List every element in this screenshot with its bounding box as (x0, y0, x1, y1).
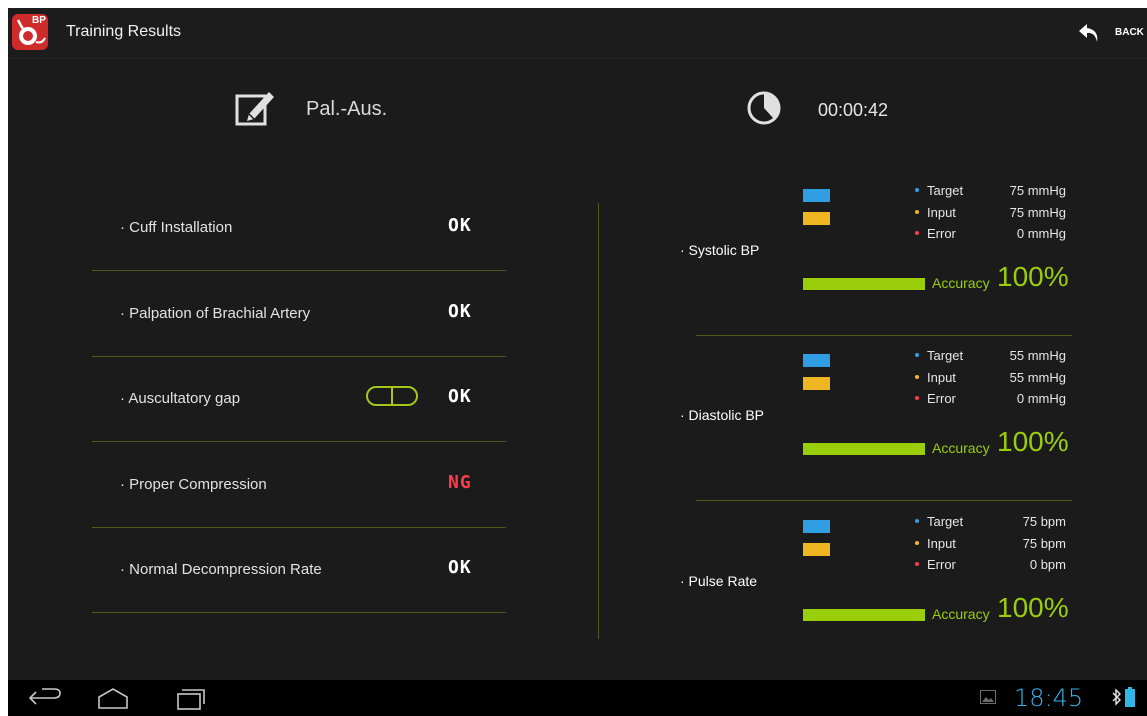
input-swatch (803, 212, 830, 225)
systolic-bp-panel: · Systolic BP Target 75 mmHg Input 75 mmHg… (680, 174, 1072, 336)
recent-apps-icon[interactable] (174, 686, 208, 710)
app-icon-text: BP (32, 15, 46, 26)
checklist-result: OK (448, 386, 472, 407)
row-divider (92, 612, 506, 613)
bluetooth-icon (1112, 688, 1121, 706)
checklist-label: · Auscultatory gap (120, 390, 241, 407)
pulse-rate-panel: · Pulse Rate Target 75 bpm Input 75 bpm Er… (680, 505, 1072, 667)
diastolic-bp-panel: · Diastolic BP Target 55 mmHg Input 55 mmH… (680, 339, 1072, 501)
back-button[interactable]: BACK (1067, 8, 1147, 58)
checklist-label: · Palpation of Brachial Artery (120, 305, 311, 322)
checklist-label: · Proper Compression (120, 476, 267, 493)
checklist-row: · Proper Compression NG (92, 442, 506, 528)
app-title: Training Results (66, 23, 182, 40)
checklist-result: OK (448, 301, 472, 322)
home-nav-icon[interactable] (96, 686, 130, 710)
app-screen: BP Training Results BACK Pal.-Aus. 00:00… (8, 8, 1147, 716)
checklist-label: · Normal Decompression Rate (120, 561, 322, 578)
accuracy-bar (803, 278, 925, 290)
accuracy-label: Accuracy (932, 440, 990, 456)
target-label: Target (927, 348, 964, 363)
target-swatch (803, 189, 830, 202)
panel-divider (696, 335, 1072, 336)
input-swatch (803, 543, 830, 556)
error-value: 0 mmHg (1016, 226, 1066, 241)
accuracy-value: 100% (997, 426, 1069, 457)
accuracy-label: Accuracy (932, 606, 990, 622)
measurement-label: · Diastolic BP (680, 407, 765, 423)
column-divider (598, 203, 599, 639)
error-value: 0 mmHg (1016, 391, 1066, 406)
error-value: 0 bpm (1029, 557, 1066, 572)
accuracy-value: 100% (997, 261, 1069, 292)
target-value: 75 bpm (1022, 514, 1066, 529)
checklist-label: · Cuff Installation (120, 219, 233, 236)
input-label: Input (927, 205, 956, 220)
back-nav-icon[interactable] (28, 686, 62, 710)
checklist-row: · Cuff Installation OK (92, 185, 506, 271)
target-label: Target (927, 514, 964, 529)
elapsed-time: 00:00:42 (818, 100, 889, 120)
target-value: 75 mmHg (1009, 183, 1066, 198)
error-label: Error (927, 557, 956, 572)
target-swatch (803, 354, 830, 367)
input-label: Input (927, 536, 956, 551)
accuracy-bar (803, 443, 925, 455)
input-value: 55 mmHg (1009, 370, 1066, 385)
input-swatch (803, 377, 830, 390)
checklist-row: · Palpation of Brachial Artery OK (92, 271, 506, 357)
target-label: Target (927, 183, 964, 198)
app-logo-icon: BP (12, 14, 48, 50)
auscultatory-gap-toggle[interactable] (366, 386, 418, 406)
back-arrow-icon (1079, 24, 1098, 42)
training-mode-label: Pal.-Aus. (306, 98, 388, 120)
gallery-notification-icon (980, 690, 996, 704)
input-label: Input (927, 370, 956, 385)
checklist-result: OK (448, 215, 472, 236)
accuracy-label: Accuracy (932, 275, 990, 291)
panel-divider (696, 500, 1072, 501)
target-swatch (803, 520, 830, 533)
error-label: Error (927, 226, 956, 241)
checklist-result: NG (448, 472, 472, 493)
measurement-label: · Systolic BP (680, 242, 760, 258)
checklist-row: · Normal Decompression Rate OK (92, 527, 506, 613)
system-clock: 18:45 (1014, 684, 1084, 712)
battery-icon (1125, 687, 1135, 707)
checklist-row: · Auscultatory gap OK (92, 356, 506, 442)
target-value: 55 mmHg (1009, 348, 1066, 363)
action-bar: BP Training Results BACK (8, 8, 1147, 59)
accuracy-value: 100% (997, 592, 1069, 623)
edit-icon (235, 92, 274, 126)
measurement-label: · Pulse Rate (680, 573, 758, 589)
input-value: 75 bpm (1022, 536, 1066, 551)
checklist-result: OK (448, 557, 472, 578)
error-label: Error (927, 391, 956, 406)
system-nav-bar: 18:45 (8, 680, 1147, 716)
timer-icon (747, 91, 781, 125)
back-label: BACK (1115, 27, 1144, 38)
accuracy-bar (803, 609, 925, 621)
input-value: 75 mmHg (1009, 205, 1066, 220)
